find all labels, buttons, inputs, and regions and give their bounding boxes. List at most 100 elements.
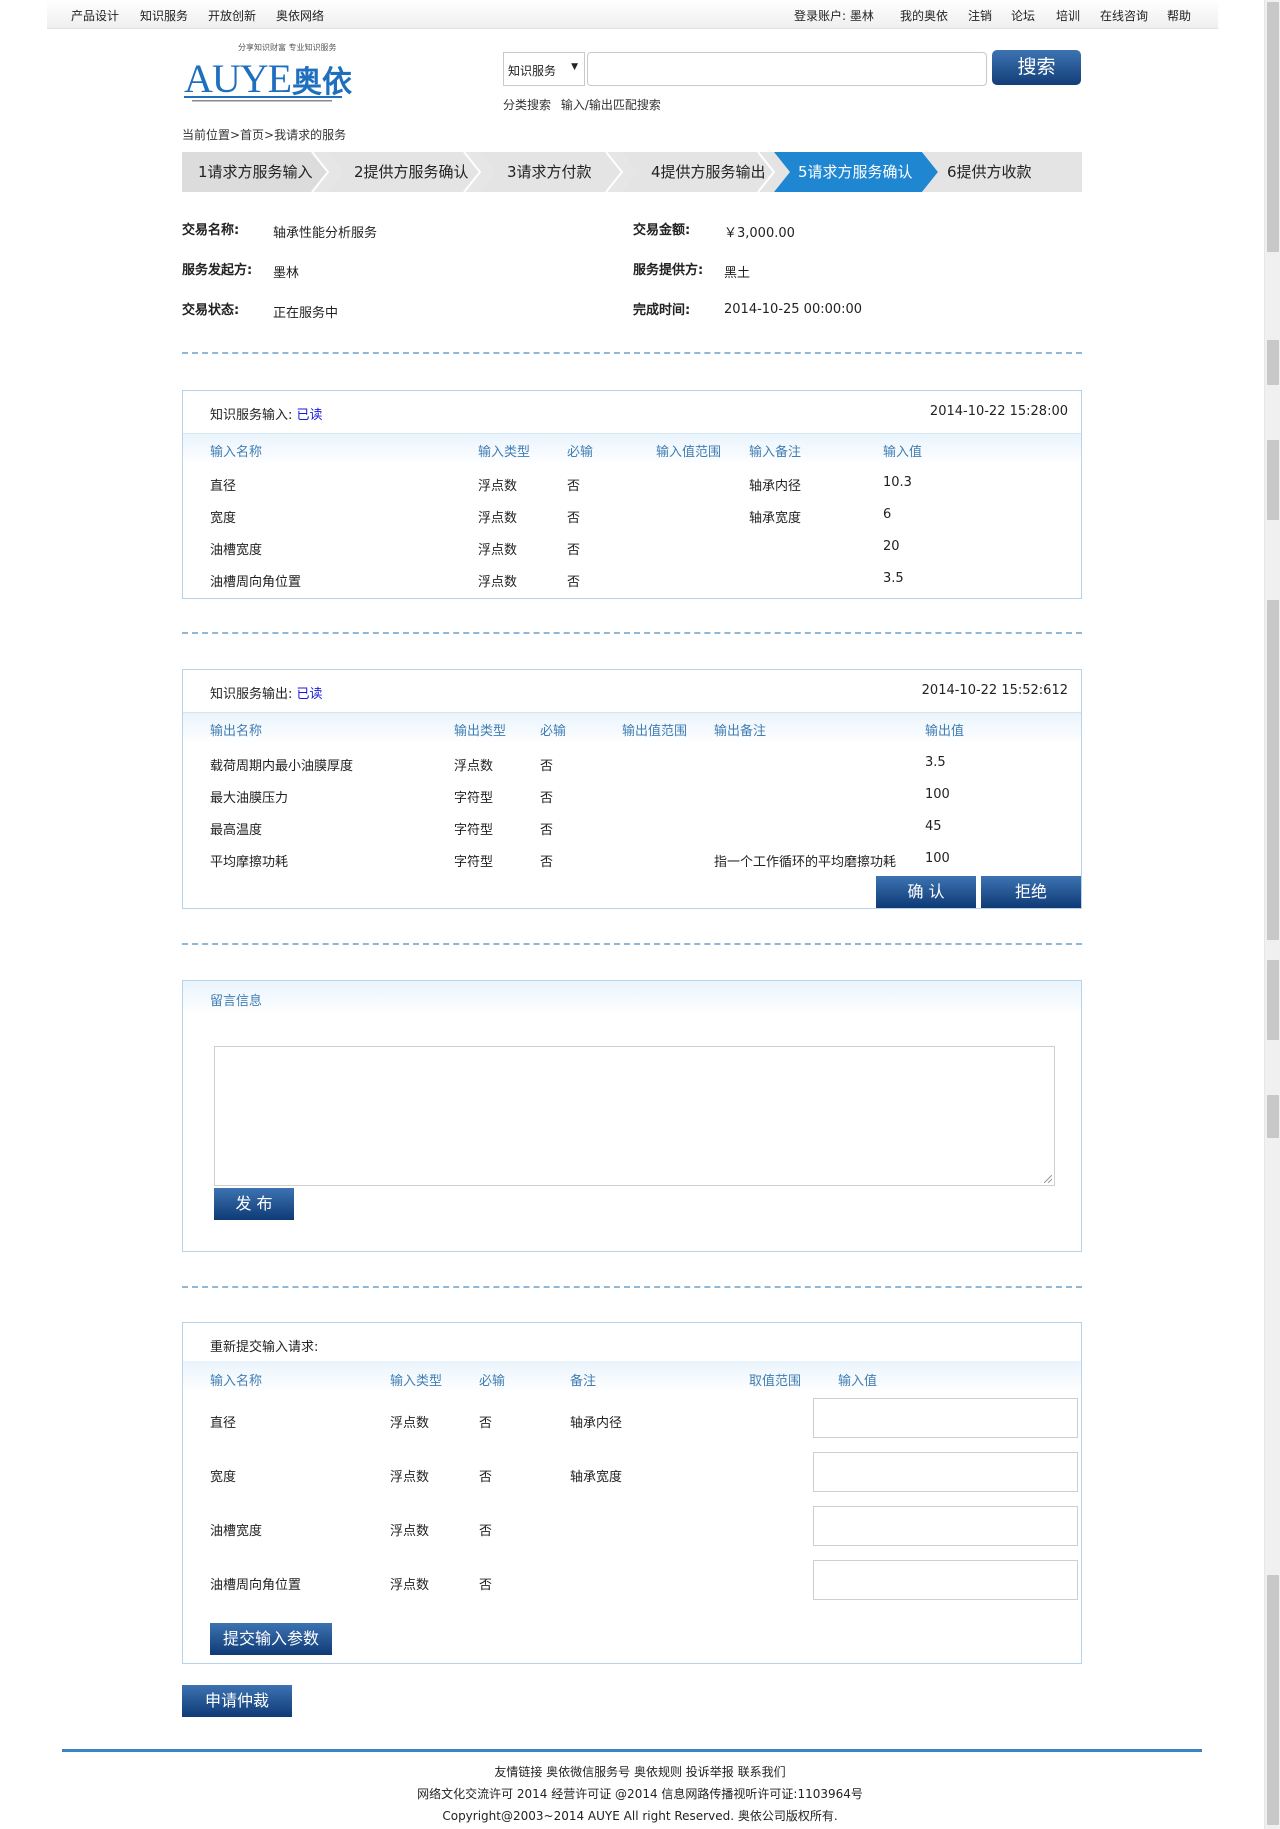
apply-arbitration-button[interactable]: 申请仲裁 <box>182 1685 292 1717</box>
step-5-active: 5请求方服务确认 <box>798 163 913 181</box>
table-cell: 20 <box>883 539 900 554</box>
table-cell: 100 <box>925 787 950 802</box>
message-panel: 留言信息 发 布 <box>182 980 1082 1252</box>
table-cell: 油槽宽度 <box>210 543 263 558</box>
table-cell: 最高温度 <box>210 823 263 838</box>
input-value-field-diameter[interactable] <box>813 1398 1078 1438</box>
footer-license: 网络文化交流许可 2014 经营许可证 @2014 信息网路传播视听许可证:11… <box>417 1787 863 1801</box>
top-nav-bar: 产品设计 知识服务 开放创新 奥依网络 登录账户: 墨林 我的奥依 注销 论坛 … <box>47 0 1218 29</box>
output-panel-time: 2014-10-22 15:52:612 <box>921 683 1068 698</box>
table-cell: 否 <box>567 543 581 558</box>
nav-auye-network[interactable]: 奥依网络 <box>276 7 324 24</box>
confirm-button[interactable]: 确 认 <box>876 876 976 908</box>
col-header: 输出值范围 <box>622 724 688 739</box>
table-cell: 否 <box>567 479 581 494</box>
nav-product-design[interactable]: 产品设计 <box>71 7 119 24</box>
col-header: 输入名称 <box>210 445 263 460</box>
nav-open-innovation[interactable]: 开放创新 <box>208 7 256 24</box>
knowledge-input-panel: 知识服务输入: 已读 2014-10-22 15:28:00 输入名称 输入类型… <box>182 390 1082 599</box>
search-input[interactable] <box>587 52 987 86</box>
nav-training[interactable]: 培训 <box>1056 7 1080 24</box>
logo-tagline: 分享知识财富 专业知识服务 <box>238 42 337 52</box>
finish-time-label: 完成时间: <box>633 303 691 318</box>
auye-logo[interactable]: 分享知识财富 专业知识服务 AUYE 奥依 <box>182 40 362 116</box>
trade-amount-label: 交易金额: <box>633 223 691 238</box>
provider-label: 服务提供方: <box>633 263 704 278</box>
step-2: 2提供方服务确认 <box>354 163 469 181</box>
col-header: 输出名称 <box>210 724 263 739</box>
io-match-search-link[interactable]: 输入/输出匹配搜索 <box>561 98 661 112</box>
table-cell: 油槽宽度 <box>210 1524 263 1539</box>
footer-divider <box>62 1749 1202 1752</box>
footer-links[interactable]: 友情链接 奥依微信服务号 奥依规则 投诉举报 联系我们 <box>0 1763 1280 1780</box>
table-cell: 否 <box>540 855 554 870</box>
submit-input-params-button[interactable]: 提交输入参数 <box>210 1623 332 1655</box>
table-cell: 6 <box>883 507 892 522</box>
table-cell: 载荷周期内最小油膜厚度 <box>210 759 354 774</box>
status-label: 交易状态: <box>182 303 240 318</box>
col-header: 输入类型 <box>478 445 531 460</box>
step-4: 4提供方服务输出 <box>651 163 766 181</box>
search-button[interactable]: 搜索 <box>992 50 1081 85</box>
col-header: 取值范围 <box>749 1374 802 1389</box>
logo-text: AUYE <box>184 56 291 101</box>
input-value-field-groove-width[interactable] <box>813 1506 1078 1546</box>
table-cell: 浮点数 <box>390 1578 430 1593</box>
col-header: 备注 <box>570 1374 597 1389</box>
knowledge-output-panel: 知识服务输出: 已读 2014-10-22 15:52:612 输出名称 输出类… <box>182 669 1082 909</box>
category-search-link[interactable]: 分类搜索 <box>503 98 551 112</box>
col-header: 输出类型 <box>454 724 507 739</box>
message-textarea[interactable] <box>214 1046 1055 1186</box>
table-cell: 浮点数 <box>390 1416 430 1431</box>
col-header: 必输 <box>479 1374 506 1389</box>
logo-cn: 奥依 <box>292 65 353 100</box>
nav-help[interactable]: 帮助 <box>1167 7 1191 24</box>
publish-button[interactable]: 发 布 <box>214 1188 294 1220</box>
table-cell: 浮点数 <box>390 1470 430 1485</box>
nav-logout[interactable]: 注销 <box>968 7 992 24</box>
divider <box>182 352 1082 354</box>
table-cell: 否 <box>540 823 554 838</box>
table-cell: 轴承内径 <box>570 1416 623 1431</box>
table-cell: 10.3 <box>883 475 912 490</box>
table-cell: 直径 <box>210 1416 237 1431</box>
table-cell: 浮点数 <box>478 511 518 526</box>
input-value-field-width[interactable] <box>813 1452 1078 1492</box>
reject-button[interactable]: 拒绝 <box>981 876 1081 908</box>
table-cell: 浮点数 <box>390 1524 430 1539</box>
trade-status: 正在服务中 <box>273 306 339 321</box>
table-cell: 宽度 <box>210 511 237 526</box>
col-header: 输出值 <box>925 724 965 739</box>
trade-amount: ￥3,000.00 <box>724 226 795 241</box>
login-account[interactable]: 登录账户: 墨林 <box>794 7 874 24</box>
input-panel-title: 知识服务输入: 已读 <box>210 408 323 423</box>
nav-my-auye[interactable]: 我的奥依 <box>900 7 948 24</box>
table-cell: 否 <box>479 1524 493 1539</box>
initiator: 墨林 <box>273 266 300 281</box>
nav-online-consult[interactable]: 在线咨询 <box>1100 7 1148 24</box>
table-cell: 否 <box>567 511 581 526</box>
table-cell: 浮点数 <box>478 479 518 494</box>
input-panel-time: 2014-10-22 15:28:00 <box>929 404 1068 419</box>
nav-knowledge-service[interactable]: 知识服务 <box>140 7 188 24</box>
breadcrumb: 当前位置>首页>我请求的服务 <box>182 128 347 142</box>
search-sublinks: 分类搜索 输入/输出匹配搜索 <box>503 96 661 113</box>
table-cell: 浮点数 <box>478 543 518 558</box>
table-cell: 字符型 <box>454 855 494 870</box>
table-cell: 否 <box>479 1578 493 1593</box>
table-cell: 3.5 <box>883 571 904 586</box>
input-value-field-groove-angle[interactable] <box>813 1560 1078 1600</box>
table-cell: 否 <box>479 1416 493 1431</box>
table-cell: 轴承宽度 <box>570 1470 623 1485</box>
table-cell: 否 <box>540 759 554 774</box>
provider: 黑土 <box>724 266 751 281</box>
table-cell: 浮点数 <box>454 759 494 774</box>
table-cell: 100 <box>925 851 950 866</box>
page-scrollbar[interactable] <box>1264 0 1280 1829</box>
table-cell: 轴承内径 <box>749 479 802 494</box>
nav-forum[interactable]: 论坛 <box>1011 7 1035 24</box>
table-cell: 浮点数 <box>478 575 518 590</box>
search-category-select[interactable]: 知识服务 ▼ <box>503 52 585 86</box>
finish-time: 2014-10-25 00:00:00 <box>724 302 863 317</box>
trade-name: 轴承性能分析服务 <box>273 226 378 241</box>
